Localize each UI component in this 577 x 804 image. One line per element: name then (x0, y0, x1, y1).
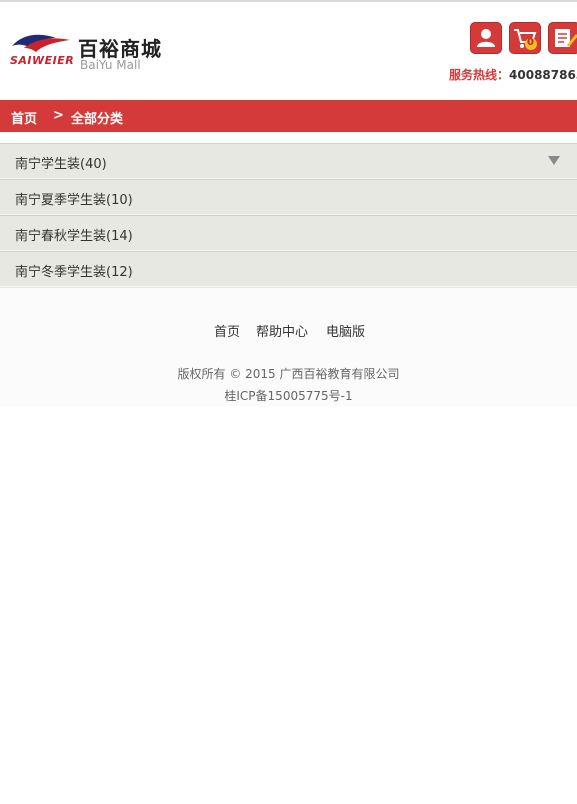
footer-link-help[interactable]: 帮助中心 (256, 321, 308, 340)
category-item[interactable]: 南宁冬季学生装(12) (0, 251, 577, 287)
category-label: 南宁夏季学生装(10) (15, 193, 133, 208)
logo-english-name: BaiYu Mall (80, 58, 141, 72)
hotline-label: 服务热线： (449, 68, 510, 82)
cart-button[interactable]: 0 (509, 22, 541, 54)
breadcrumb-home-link[interactable]: 首页 (11, 108, 37, 127)
chevron-down-icon[interactable] (548, 156, 560, 165)
site-footer: 首页 帮助中心 电脑版 版权所有 © 2015 广西百裕教育有限公司 桂ICP备… (0, 287, 577, 406)
note-icon (555, 29, 577, 47)
site-logo[interactable]: SAIWEIER 百裕商城 BaiYu Mall (10, 32, 161, 78)
logo-swoosh-icon (12, 34, 70, 52)
footer-link-desktop[interactable]: 电脑版 (326, 321, 365, 340)
hotline-number[interactable]: 4008878632 (509, 68, 577, 82)
breadcrumb: 首页 > 全部分类 (0, 100, 577, 132)
user-button[interactable] (470, 22, 502, 54)
category-item[interactable]: 南宁学生装(40) (0, 143, 577, 179)
category-label: 南宁学生装(40) (15, 157, 107, 172)
category-label: 南宁春秋学生装(14) (15, 229, 133, 244)
footer-link-home[interactable]: 首页 (214, 321, 240, 340)
category-label: 南宁冬季学生装(12) (15, 265, 133, 280)
logo-brand-text: SAIWEIER (10, 54, 75, 67)
copyright-text: 版权所有 © 2015 广西百裕教育有限公司 (177, 367, 400, 381)
service-hotline: 服务热线：4008878632 (449, 66, 577, 83)
breadcrumb-separator: > (53, 108, 64, 123)
category-item[interactable]: 南宁春秋学生装(14) (0, 215, 577, 251)
orders-button[interactable] (548, 22, 577, 54)
category-item[interactable]: 南宁夏季学生装(10) (0, 179, 577, 215)
icp-record[interactable]: 桂ICP备15005775号-1 (0, 387, 577, 404)
site-header: SAIWEIER 百裕商城 BaiYu Mall 0 服务热线：40088786… (0, 2, 577, 100)
user-icon (477, 29, 495, 47)
breadcrumb-current: 全部分类 (71, 112, 124, 127)
cart-icon (514, 29, 537, 50)
cart-count-badge: 0 (527, 37, 534, 48)
